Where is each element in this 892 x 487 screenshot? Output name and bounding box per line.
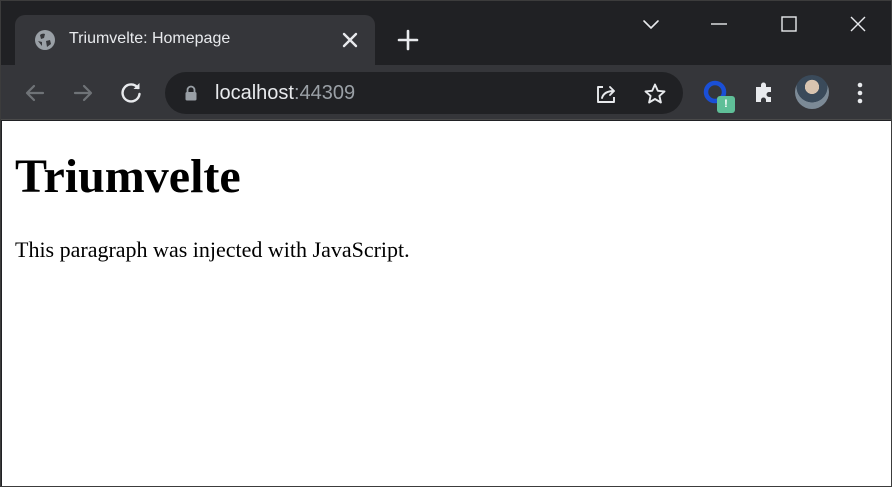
tab-close-icon[interactable]: [339, 29, 361, 51]
new-tab-icon[interactable]: [395, 27, 421, 53]
bookmark-star-icon[interactable]: [642, 81, 668, 107]
page-heading: Triumvelte: [15, 150, 241, 203]
tab-search-button[interactable]: [617, 1, 685, 47]
lock-icon[interactable]: [183, 85, 199, 101]
tab-title: Triumvelte: Homepage: [69, 30, 231, 47]
globe-icon: [33, 28, 57, 52]
maximize-button[interactable]: [755, 1, 823, 47]
share-icon[interactable]: [593, 81, 619, 107]
url-port: :44309: [293, 82, 356, 104]
kebab-menu-icon[interactable]: [847, 79, 873, 107]
minimize-button[interactable]: [685, 1, 753, 47]
forward-arrow-icon[interactable]: [69, 79, 97, 107]
page-viewport: Triumvelte This paragraph was injected w…: [2, 121, 891, 486]
tab-strip: Triumvelte: Homepage: [1, 1, 891, 65]
reload-icon[interactable]: [117, 79, 145, 107]
maximize-icon: [781, 16, 797, 32]
tab-active[interactable]: Triumvelte: Homepage: [15, 15, 375, 65]
close-window-button[interactable]: [824, 1, 891, 47]
browser-toolbar: localhost:44309 !: [1, 65, 891, 120]
url-text[interactable]: localhost:44309: [215, 82, 355, 105]
url-host: localhost: [215, 82, 294, 104]
chevron-down-icon: [643, 20, 659, 30]
extensions-puzzle-icon[interactable]: [750, 78, 778, 106]
minimize-icon: [711, 23, 727, 25]
page-paragraph: This paragraph was injected with JavaScr…: [15, 237, 410, 262]
avatar[interactable]: [795, 75, 829, 109]
extension-badge: !: [717, 96, 735, 113]
close-icon: [850, 16, 866, 32]
address-bar[interactable]: localhost:44309: [165, 72, 683, 114]
browser-window: Triumvelte: Homepage localhost:44309 ! T…: [0, 0, 892, 487]
back-arrow-icon[interactable]: [21, 79, 49, 107]
